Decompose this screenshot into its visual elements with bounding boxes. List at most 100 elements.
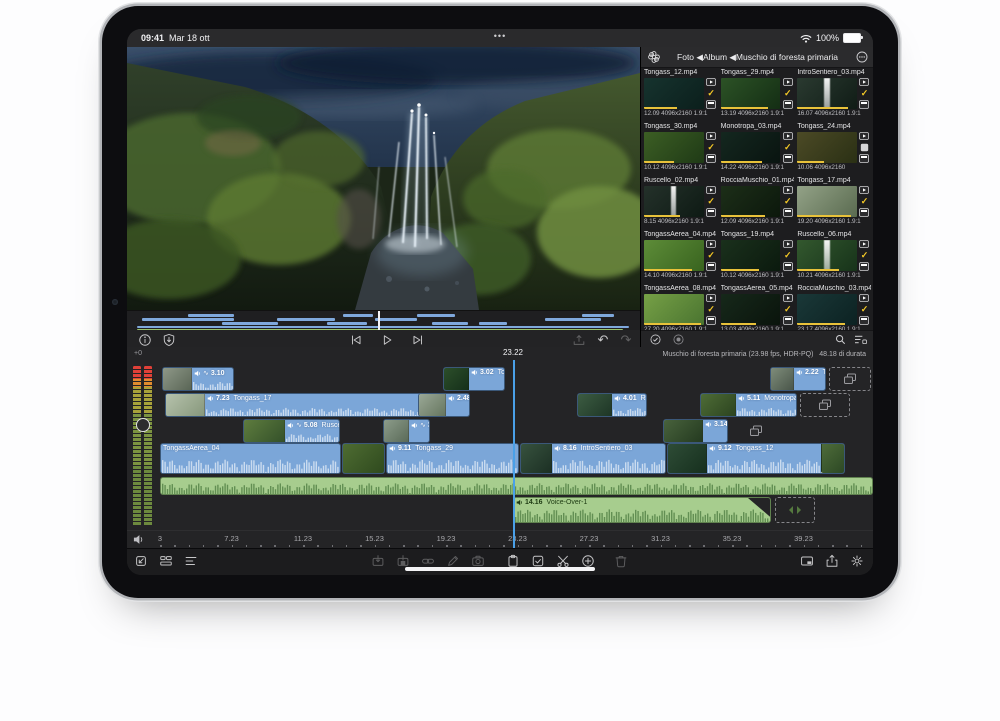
timeline-clip-tongassaerea-04[interactable]: TongassAerea_04 [160, 443, 341, 474]
timeline-ruler[interactable]: 37.2311.2315.2319.2323.2327.2331.2335.23… [127, 530, 873, 549]
timeline-clip-tonga[interactable]: 2.22Tonga [770, 367, 826, 391]
media-thumbnail[interactable] [721, 132, 781, 163]
check-icon[interactable]: ✓ [784, 143, 792, 152]
media-thumbnail[interactable] [797, 186, 857, 217]
overview-playhead[interactable] [378, 311, 380, 331]
redo-icon[interactable]: ↷ [618, 332, 634, 348]
usage-bar [721, 161, 763, 163]
media-thumbnail[interactable] [721, 294, 781, 325]
media-item[interactable]: Ruscello_06.mp4✓10.21 4096x2160 1.9:1 [797, 231, 871, 283]
undo-icon[interactable]: ↶ [595, 332, 611, 348]
check-icon[interactable]: ✓ [861, 89, 869, 98]
media-thumbnail[interactable] [644, 294, 704, 325]
media-thumbnail[interactable] [797, 294, 857, 325]
timeline-clip-tongass-12[interactable]: 9.12Tongass_12 [667, 443, 845, 474]
home-indicator[interactable] [405, 567, 595, 571]
ruler-tick [274, 545, 276, 547]
check-icon[interactable]: ✓ [861, 197, 869, 206]
media-thumbnail[interactable] [797, 132, 857, 163]
media-thumbnail[interactable] [644, 132, 704, 163]
clip-list-icon[interactable] [183, 553, 199, 569]
more-options-icon[interactable] [856, 51, 868, 63]
check-icon[interactable]: ✓ [784, 251, 792, 260]
check-icon[interactable]: ✓ [707, 143, 715, 152]
check-icon[interactable]: ✓ [861, 305, 869, 314]
timeline-clip-monotropa[interactable]: 5.11Monotropa [700, 393, 797, 417]
clip-thumbnail [521, 444, 552, 473]
info-icon[interactable] [137, 332, 153, 348]
fader-knob[interactable] [136, 418, 150, 432]
track-mute-speaker-icon[interactable] [133, 534, 144, 545]
media-item[interactable]: Tongass_17.mp4✓19.20 4096x2160 1.9:1 [797, 177, 871, 229]
usage-bar [644, 269, 692, 271]
media-thumbnail[interactable] [644, 186, 704, 217]
settings-gear-icon[interactable] [849, 553, 865, 569]
ruler-tick [346, 545, 348, 547]
toolbar-trash-group [613, 553, 629, 569]
timeline-clip-tongass-17[interactable]: 7.23Tongass_17 [165, 393, 435, 417]
media-thumbnail[interactable] [797, 78, 857, 109]
timeline-clip[interactable] [342, 443, 385, 474]
playhead[interactable] [513, 360, 515, 548]
delete-clip-icon[interactable] [613, 553, 629, 569]
library-breadcrumb[interactable]: Foto ◀Album ◀Muschio di foresta primaria [641, 52, 873, 63]
media-item[interactable]: Tongass_29.mp4✓13.19 4096x2160 1.9:1 [721, 69, 795, 121]
timeline-clip-rusce[interactable]: ∿5.08Rusce [243, 419, 340, 443]
check-icon[interactable]: ✓ [707, 89, 715, 98]
timeline-clip-rusc[interactable]: 2.48Rusc [418, 393, 470, 417]
media-item[interactable]: RocciaMuschio_01.mp4✓12.09 4096x2160 1.9… [721, 177, 795, 229]
media-thumbnail[interactable] [721, 78, 781, 109]
media-thumbnail[interactable] [721, 240, 781, 271]
share-export-icon[interactable] [824, 553, 840, 569]
skip-back-icon[interactable] [348, 332, 364, 348]
media-thumbnail[interactable] [797, 240, 857, 271]
ruler-tick [732, 545, 734, 547]
select-all-icon[interactable] [650, 334, 661, 345]
timeline-clip-tong[interactable]: ∿3.00Tong [383, 419, 430, 443]
marker-shield-icon[interactable] [161, 332, 177, 348]
media-item[interactable]: Tongass_12.mp4✓12.09 4096x2160 1.9:1 [644, 69, 718, 121]
preview-layout-icon[interactable] [799, 553, 815, 569]
sort-icon[interactable] [854, 334, 867, 345]
media-thumbnail[interactable] [644, 78, 704, 109]
check-icon[interactable]: ✓ [861, 251, 869, 260]
clip-waveform [161, 482, 872, 494]
check-icon[interactable]: ✓ [707, 197, 715, 206]
media-item[interactable]: TongassAerea_04.mp4✓14.10 4096x2160 1.9:… [644, 231, 718, 283]
timeline-clip[interactable] [160, 477, 873, 495]
record-icon[interactable] [673, 334, 684, 345]
timeline-clip[interactable]: 3.14 [663, 419, 728, 443]
check-icon[interactable]: ✓ [707, 251, 715, 260]
media-item[interactable]: Tongass_24.mp410.06 4096x2160 [797, 123, 871, 175]
timeline-clip-tongass-29[interactable]: 9.11Tongass_29 [386, 443, 519, 474]
timeline-clip-r[interactable]: 4.01R [577, 393, 647, 417]
search-icon[interactable] [835, 334, 846, 345]
media-item[interactable]: Monotropa_03.mp4✓14.22 4096x2160 1.9:1 [721, 123, 795, 175]
play-icon[interactable] [379, 332, 395, 348]
track-layout-icon[interactable] [158, 553, 174, 569]
skip-forward-icon[interactable] [410, 332, 426, 348]
media-item[interactable]: Tongass_30.mp4✓10.12 4096x2160 1.9:1 [644, 123, 718, 175]
add-to-queue-icon[interactable] [571, 332, 587, 348]
usage-bar [721, 323, 757, 325]
media-thumbnail[interactable] [721, 186, 781, 217]
timeline-clip-voice-over-1[interactable]: 14.16Voice-Over-1 [513, 497, 771, 523]
media-item-meta: 16.07 4096x2160 1.9:1 [797, 110, 871, 117]
media-thumbnail[interactable] [644, 240, 704, 271]
check-icon[interactable]: ✓ [784, 89, 792, 98]
check-icon[interactable]: ✓ [784, 197, 792, 206]
insert-clip-icon[interactable] [370, 553, 386, 569]
timeline-overview[interactable] [127, 310, 640, 331]
timeline-clip-introsentiero-03[interactable]: 8.16IntroSentiero_03 [520, 443, 666, 474]
unselected-box-icon[interactable] [860, 143, 869, 152]
media-grid: Tongass_12.mp4✓12.09 4096x2160 1.9:1Tong… [644, 69, 871, 331]
media-item[interactable]: Ruscello_02.mp4✓8.15 4096x2160 1.9:1 [644, 177, 718, 229]
media-item[interactable]: Tongass_19.mp4✓10.12 4096x2160 1.9:1 [721, 231, 795, 283]
timeline-clip[interactable]: ∿3.10 [162, 367, 234, 391]
check-icon[interactable]: ✓ [784, 305, 792, 314]
import-media-icon[interactable] [133, 553, 149, 569]
timeline-clip-tonga[interactable]: 3.02Tonga [443, 367, 505, 391]
media-item[interactable]: IntroSentiero_03.mp4✓16.07 4096x2160 1.9… [797, 69, 871, 121]
check-icon[interactable]: ✓ [707, 305, 715, 314]
ruler-tick [518, 545, 520, 547]
